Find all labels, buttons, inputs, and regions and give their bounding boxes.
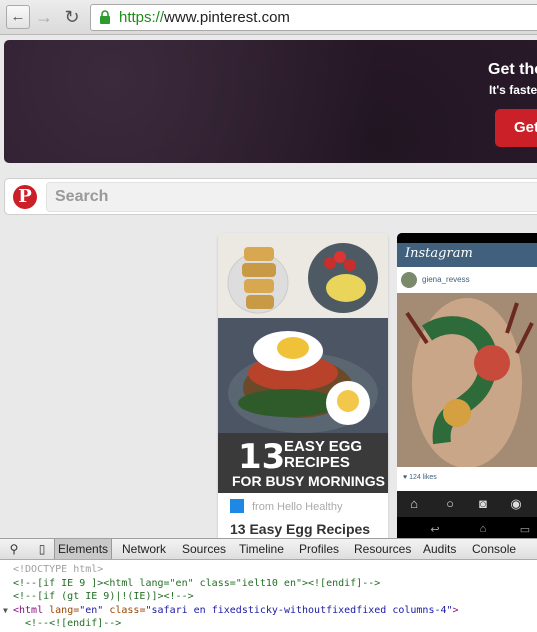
devtools-tabbar: ⚲ ▯ Elements Network Sources Timeline Pr… [0, 539, 537, 560]
search-placeholder: Search [55, 188, 109, 205]
instagram-nav: ⌂ ○ ◙ ◉ [397, 491, 537, 517]
instagram-logo: Instagram [405, 246, 473, 261]
overlay-line-1: EASY EGG [284, 438, 363, 455]
back-icon: ↩ [430, 524, 440, 536]
search-icon: ○ [446, 496, 454, 511]
pin-title[interactable]: 13 Easy Egg Recipes [230, 521, 370, 537]
dom-node-doctype[interactable]: <!DOCTYPE html> [13, 563, 103, 577]
source-icon [230, 499, 244, 513]
pinterest-logo-icon[interactable]: P [13, 185, 37, 209]
instagram-header: Instagram [397, 243, 537, 267]
hero-title: Get the [488, 61, 537, 78]
tab-elements[interactable]: Elements [54, 539, 113, 559]
dom-node-html[interactable]: <html lang="en" class="safari en fixedst… [13, 604, 459, 618]
egg-recipes-photo [218, 233, 388, 433]
hero-subtitle: It's faste [489, 83, 537, 97]
tab-console[interactable]: Console [472, 542, 516, 556]
pin-source[interactable]: from Hello Healthy [230, 499, 342, 513]
forward-button[interactable]: → [34, 7, 54, 27]
expand-triangle-icon[interactable]: ▼ [3, 604, 8, 618]
devtools-panel: ⚲ ▯ Elements Network Sources Timeline Pr… [0, 538, 537, 632]
overlay-line-3: FOR BUSY MORNINGS [232, 473, 385, 489]
pin-card[interactable]: Instagram giena_revess ♥ 124 likes ⌂ ○ ◙… [397, 233, 537, 538]
instagram-user-row: giena_revess [397, 267, 537, 293]
dom-node-comment[interactable]: <!--[if IE 9 ]><html lang="en" class="ie… [13, 577, 380, 591]
address-bar[interactable]: https://www.pinterest.com [90, 4, 537, 31]
pin-image[interactable] [397, 293, 537, 467]
instagram-username: giena_revess [422, 275, 470, 284]
search-icon[interactable]: ⚲ [6, 541, 22, 557]
overlay-line-2: RECIPES [284, 454, 350, 471]
search-input[interactable]: Search [46, 182, 537, 212]
android-nav-bar: ↩ ⌂ ▭ [397, 517, 537, 538]
tab-audits[interactable]: Audits [423, 542, 456, 556]
tab-sources[interactable]: Sources [182, 542, 226, 556]
tab-timeline[interactable]: Timeline [239, 542, 284, 556]
overlay-number: 13 [238, 437, 286, 477]
instagram-likes: ♥ 124 likes [397, 467, 537, 491]
back-button[interactable]: ← [6, 5, 30, 29]
url-text: https://www.pinterest.com [119, 9, 290, 26]
pin-overlay-text: 13 EASY EGG RECIPES FOR BUSY MORNINGS [218, 433, 388, 493]
pinterest-header: P Search [4, 178, 537, 215]
pin-card[interactable]: 13 EASY EGG RECIPES FOR BUSY MORNINGS fr… [218, 233, 388, 538]
recents-icon: ▭ [519, 524, 531, 536]
tab-resources[interactable]: Resources [354, 542, 411, 556]
tab-network[interactable]: Network [122, 542, 166, 556]
home-icon: ⌂ [410, 496, 418, 511]
avatar [401, 272, 417, 288]
phone-status-bar [397, 233, 537, 243]
tab-profiles[interactable]: Profiles [299, 542, 339, 556]
camera-icon: ◙ [479, 496, 487, 511]
pin-image[interactable]: 13 EASY EGG RECIPES FOR BUSY MORNINGS [218, 233, 388, 493]
reload-button[interactable]: ↻ [62, 7, 82, 27]
dom-node-comment[interactable]: <!--<![endif]--> [25, 617, 121, 631]
home-icon: ⌂ [479, 523, 487, 535]
activity-icon: ◉ [510, 496, 522, 511]
get-app-button[interactable]: Get [495, 109, 537, 147]
dom-node-comment[interactable]: <!--[if (gt IE 9)|!(IE)]><!--> [13, 590, 194, 604]
device-mode-icon[interactable]: ▯ [34, 541, 50, 557]
lock-icon [100, 10, 110, 24]
browser-toolbar: ← → ↻ https://www.pinterest.com [0, 0, 537, 35]
pin-feed: 13 EASY EGG RECIPES FOR BUSY MORNINGS fr… [0, 226, 537, 538]
tattoo-photo [397, 293, 537, 467]
hero-banner: Get the It's faste Get [4, 40, 537, 163]
